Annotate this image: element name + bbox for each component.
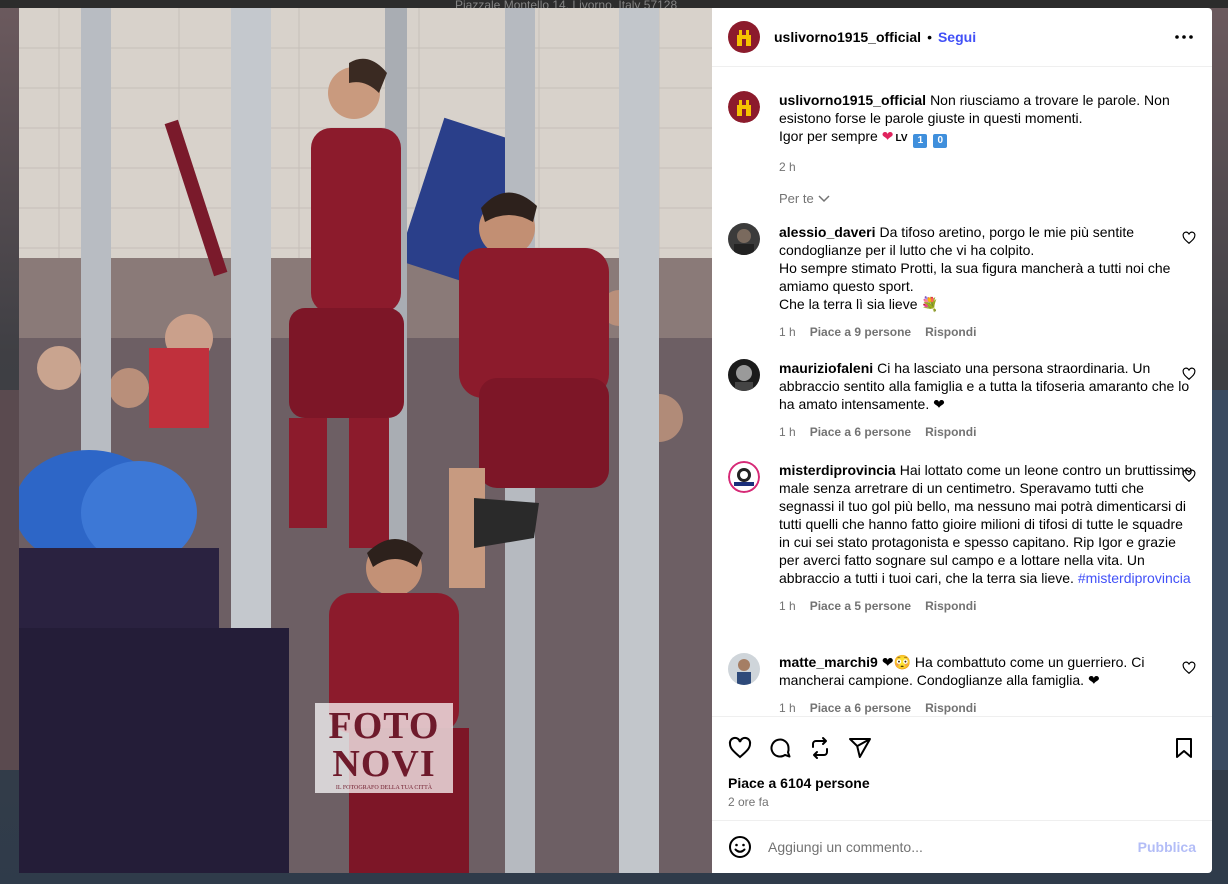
caption-line2: Igor per sempre [779,128,878,144]
watermark-tag: IL FOTOGRAFO DELLA TUA CITTÀ [335,785,433,791]
livorno-crest-icon [737,30,751,46]
comment-username[interactable]: alessio_daveri [779,224,876,240]
background-left-edge [0,390,20,770]
caption-username[interactable]: uslivorno1915_official [779,92,926,108]
post-photo: FOTO NOVI IL FOTOGRAFO DELLA TUA CITTÀ [19,8,712,873]
comment-item: matte_marchi9 ❤😳 Ha combattuto come un gu… [728,653,1196,715]
comment-avatar[interactable] [728,461,760,493]
comment-likes[interactable]: Piace a 6 persone [810,701,911,715]
comment-likes[interactable]: Piace a 6 persone [810,425,911,439]
caption-time: 2 h [779,160,796,174]
keycap-one-emoji: 1 [913,134,928,148]
chevron-down-icon [818,194,830,202]
like-comment-heart-icon[interactable] [1182,367,1196,381]
post-modal: FOTO NOVI IL FOTOGRAFO DELLA TUA CITTÀ u… [19,8,1212,873]
comment-avatar[interactable] [728,359,760,391]
comment-time: 1 h [779,325,796,339]
publish-button[interactable]: Pubblica [1138,839,1196,855]
comment-likes[interactable]: Piace a 5 persone [810,599,911,613]
comment-input[interactable] [766,838,1138,856]
comment-time: 1 h [779,599,796,613]
save-bookmark-icon[interactable] [1172,736,1196,760]
like-comment-heart-icon[interactable] [1182,469,1196,483]
background-right-edge [1212,390,1228,770]
comment-username[interactable]: mauriziofaleni [779,360,873,376]
comment-username[interactable]: misterdiprovincia [779,462,896,478]
comment-likes[interactable]: Piace a 9 persone [810,325,911,339]
comment-username[interactable]: matte_marchi9 [779,654,878,670]
comment-bubble-icon[interactable] [768,736,792,760]
watermark-line2: NOVI [332,743,436,785]
comment-meta: 1 h Piace a 5 persone Rispondi [779,599,1196,613]
emoji-smiley-icon[interactable] [728,835,752,859]
post-actions-bar [712,723,1212,773]
like-comment-heart-icon[interactable] [1182,661,1196,675]
comment-meta: 1 h Piace a 9 persone Rispondi [779,325,1196,339]
post-side-panel: uslivorno1915_official • Segui uslivorno… [712,8,1212,873]
comment-avatar[interactable] [728,223,760,255]
comment-item: mauriziofaleni Ci ha lasciato una persona… [728,359,1196,439]
follow-button[interactable]: Segui [938,29,976,45]
post-likes-count[interactable]: Piace a 6104 persone [712,775,1212,791]
author-avatar[interactable] [728,21,760,53]
share-send-icon[interactable] [848,736,872,760]
reply-button[interactable]: Rispondi [925,599,976,613]
hashtag-link[interactable]: #misterdiprovincia [1078,570,1191,586]
post-header: uslivorno1915_official • Segui [712,8,1212,67]
post-time: 2 ore fa [728,795,769,809]
more-options-icon[interactable] [1172,25,1196,49]
lv-emoji: LV [895,133,908,144]
sort-dropdown[interactable]: Per te [779,191,830,206]
sort-label: Per te [779,191,814,206]
comment-item: alessio_daveri Da tifoso aretino, porgo l… [728,223,1196,339]
header-separator: • [927,29,932,45]
repost-icon[interactable] [808,736,832,760]
comment-time: 1 h [779,425,796,439]
comment-meta: 1 h Piace a 6 persone Rispondi [779,425,1196,439]
livorno-crest-icon [737,100,751,116]
photo-watermark: FOTO NOVI IL FOTOGRAFO DELLA TUA CITTÀ [315,703,453,793]
caption-avatar[interactable] [728,91,760,123]
comment-time: 1 h [779,701,796,715]
comment-text: Hai lottato come un leone contro un brut… [779,462,1193,586]
caption-body: uslivorno1915_official Non riusciamo a tr… [779,91,1196,148]
like-comment-heart-icon[interactable] [1182,231,1196,245]
reply-button[interactable]: Rispondi [925,701,976,715]
comment-meta: 1 h Piace a 6 persone Rispondi [779,701,1196,715]
add-comment-bar: Pubblica [712,820,1212,873]
comment-item: misterdiprovincia Hai lottato come un leo… [728,461,1196,613]
post-caption: uslivorno1915_official Non riusciamo a tr… [728,91,1196,174]
caption-meta: 2 h [779,160,1196,174]
keycap-zero-emoji: 0 [933,134,948,148]
reply-button[interactable]: Rispondi [925,425,976,439]
heart-emoji: ❤ [881,128,894,144]
like-heart-icon[interactable] [728,736,752,760]
reply-button[interactable]: Rispondi [925,325,976,339]
comments-list[interactable]: uslivorno1915_official Non riusciamo a tr… [712,67,1212,717]
watermark-line1: FOTO [328,705,440,747]
header-username[interactable]: uslivorno1915_official [774,29,921,45]
comment-avatar[interactable] [728,653,760,685]
